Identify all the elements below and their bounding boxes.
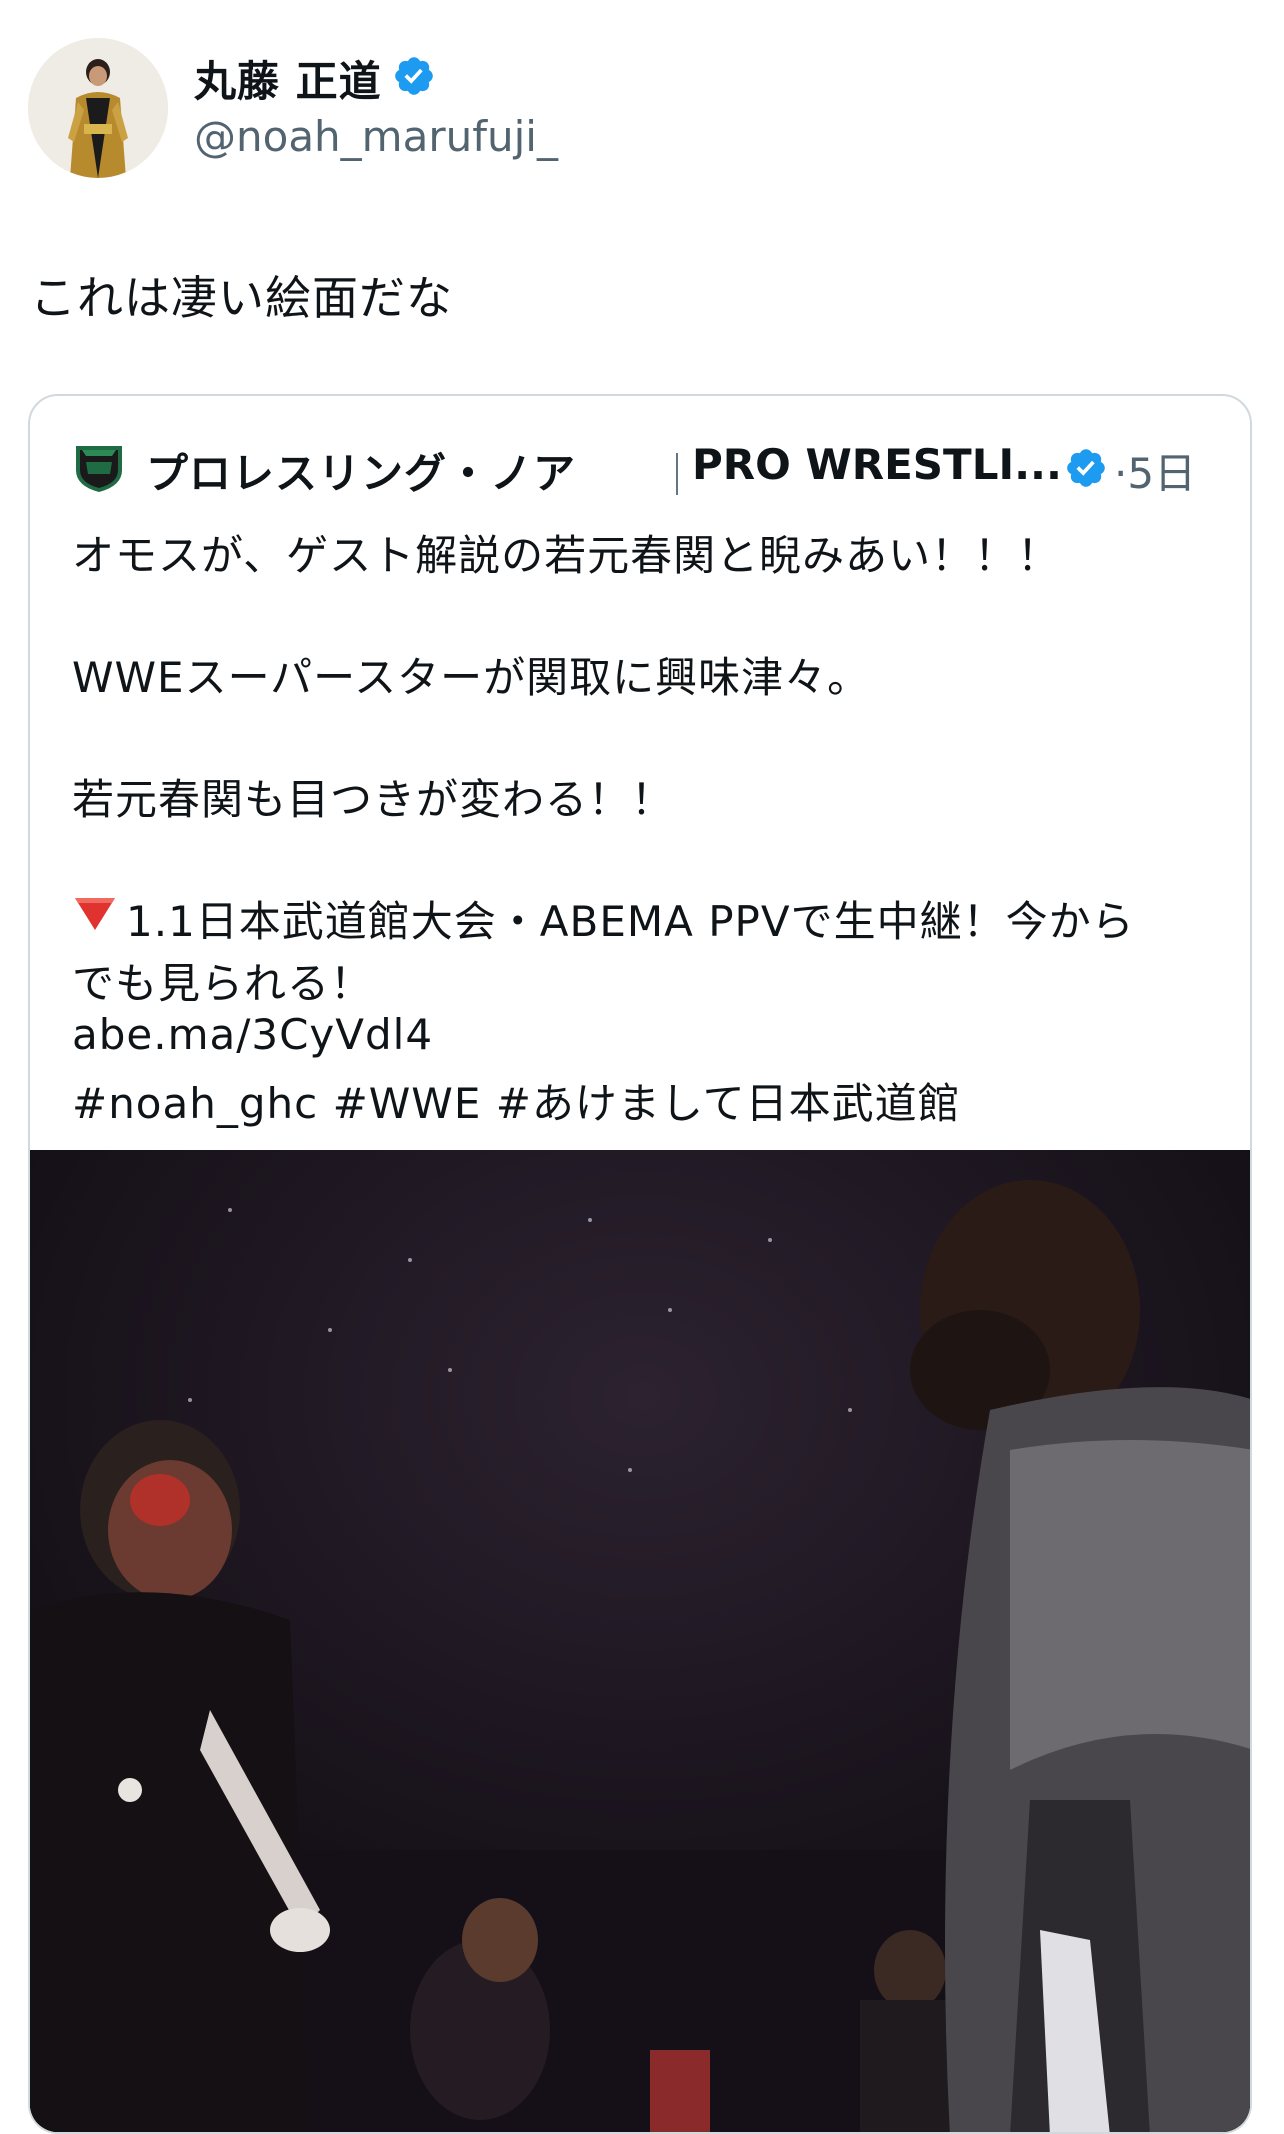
- noah-logo-avatar[interactable]: [72, 440, 126, 494]
- verified-badge-icon: [395, 57, 433, 95]
- quoted-tweet-header: プロレスリング・ノア ｜ PRO WRESTLI... ·5日: [72, 440, 1232, 500]
- video-frame-image: [30, 1150, 1250, 2132]
- quoted-media-video[interactable]: [30, 1150, 1250, 2132]
- quoted-text-line-3: 若元春関も目つきが変わる！！: [72, 775, 675, 824]
- quoted-tweet-card[interactable]: プロレスリング・ノア ｜ PRO WRESTLI... ·5日 オモスが、ゲスト…: [28, 394, 1252, 2134]
- author-name[interactable]: 丸藤 正道: [194, 48, 382, 109]
- quoted-text-line-4: 1.1日本武道館大会・ABEMA PPVで生中継！今から: [126, 897, 1135, 946]
- quoted-hashtags[interactable]: #noah_ghc #WWE #あけまして日本武道館: [72, 1070, 961, 1131]
- quoted-text-line-1: オモスが、ゲスト解説の若元春関と睨みあい！！！: [72, 531, 1061, 580]
- verified-badge-icon: [1067, 449, 1105, 487]
- quoted-author-name-en: PRO WRESTLI...: [692, 440, 1062, 489]
- quoted-text-line-5: でも見られる！: [72, 959, 374, 1008]
- tweet-text: これは凄い絵面だな: [30, 271, 453, 325]
- quoted-author-name: プロレスリング・ノア: [146, 449, 577, 498]
- avatar-image: [28, 38, 168, 178]
- red-triangle-down-icon: [75, 898, 115, 930]
- quoted-text-line-2: WWEスーパースターが関取に興味津々。: [72, 653, 871, 702]
- author-handle[interactable]: @noah_marufuji_: [194, 112, 558, 161]
- quoted-link[interactable]: abe.ma/3CyVdl4: [72, 1010, 433, 1059]
- quoted-tweet-timestamp[interactable]: ·5日: [1114, 440, 1196, 501]
- author-avatar[interactable]: [28, 38, 168, 178]
